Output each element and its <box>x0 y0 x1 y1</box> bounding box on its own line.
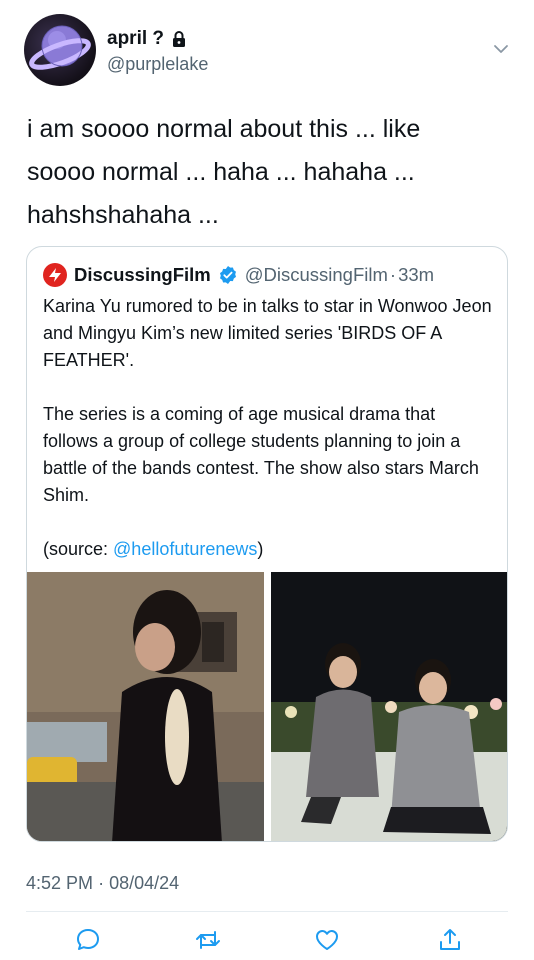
share-icon[interactable] <box>436 926 464 954</box>
verified-badge-icon <box>219 266 236 284</box>
source-prefix: (source: <box>43 539 114 559</box>
quote-photo-left[interactable] <box>27 572 264 841</box>
quote-separator: · <box>389 264 397 285</box>
author-name[interactable]: april ? <box>107 28 164 50</box>
quote-paragraph-1: Karina Yu rumored to be in talks to star… <box>43 296 492 370</box>
quote-tweet[interactable]: DiscussingFilm @DiscussingFilm · 33m Karin… <box>26 246 508 842</box>
profile-avatar[interactable] <box>24 14 96 86</box>
planet-avatar-icon <box>29 25 91 70</box>
tweet-time: 4:52 PM <box>26 873 94 893</box>
quote-author-handle: @DiscussingFilm <box>244 264 388 285</box>
tweet-timestamp-separator: · <box>98 873 105 893</box>
quote-source-line: (source: @hellofuturenews) <box>43 536 493 563</box>
author-name-row: april ? <box>107 28 188 50</box>
tweet-actions-bar <box>0 922 534 956</box>
quote-photo-right[interactable] <box>271 572 507 841</box>
tweet-text: i am soooo normal about this ... like so… <box>27 115 421 229</box>
divider <box>26 911 508 912</box>
lock-icon <box>173 31 186 47</box>
quote-body: Karina Yu rumored to be in talks to star… <box>43 293 493 563</box>
tweet-timestamp[interactable]: 4:52 PM · 08/04/24 <box>26 873 179 894</box>
like-icon[interactable] <box>313 926 341 954</box>
source-link[interactable]: @hellofuturenews <box>113 539 257 559</box>
author-handle[interactable]: @purplelake <box>107 54 208 75</box>
chevron-down-icon[interactable] <box>492 40 510 58</box>
quote-paragraph-2: The series is a coming of age musical dr… <box>43 404 479 505</box>
quote-time: 33m <box>398 264 435 285</box>
source-suffix: ) <box>257 539 264 559</box>
retweet-icon[interactable] <box>194 926 222 954</box>
quote-header: DiscussingFilm @DiscussingFilm · 33m <box>43 263 434 287</box>
quote-author-name: DiscussingFilm <box>74 264 211 285</box>
discussingfilm-logo-icon <box>43 263 67 287</box>
reply-icon[interactable] <box>74 926 102 954</box>
tweet-date: 08/04/24 <box>109 873 180 893</box>
